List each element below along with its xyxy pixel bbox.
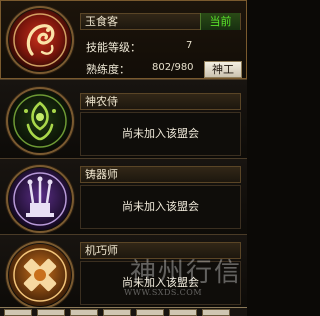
profession-name-bar: 玉食客 当前	[80, 13, 241, 30]
not-joined-message: 尚未加入该盟会	[80, 261, 241, 305]
profession-panel-shennongshi[interactable]: 神农侍 尚未加入该盟会	[0, 79, 247, 158]
proficiency-label: 熟练度：	[86, 63, 130, 76]
skill-level-value: 7	[186, 40, 193, 51]
title-button[interactable]: 神工	[204, 61, 242, 78]
not-joined-message: 尚未加入该盟会	[80, 112, 241, 156]
profession-name: 玉食客	[85, 15, 118, 28]
purple-forge-emblem-icon	[8, 167, 72, 231]
skill-level-label: 技能等级：	[86, 41, 141, 54]
orange-gear-emblem-icon	[8, 243, 72, 307]
profession-name: 铸器师	[85, 168, 118, 181]
profession-panel-zhuqishi[interactable]: 铸器师 尚未加入该盟会	[0, 158, 247, 234]
profession-panel-jiqiaoshi[interactable]: 机巧师 尚未加入该盟会	[0, 234, 247, 307]
profession-name-bar: 神农侍	[80, 93, 241, 110]
profession-name-bar: 铸器师	[80, 166, 241, 183]
green-leaf-emblem-icon	[8, 89, 72, 153]
not-joined-message: 尚未加入该盟会	[80, 185, 241, 229]
current-status-badge: 当前	[200, 13, 240, 30]
profession-name-bar: 机巧师	[80, 242, 241, 259]
profession-panel-yushike[interactable]: 玉食客 当前 技能等级： 7 熟练度： 802/980 神工	[0, 0, 247, 79]
proficiency-value: 802/980	[152, 62, 194, 73]
red-dragon-emblem-icon	[8, 8, 72, 72]
profession-name: 机巧师	[85, 244, 118, 257]
profession-name: 神农侍	[85, 95, 118, 108]
